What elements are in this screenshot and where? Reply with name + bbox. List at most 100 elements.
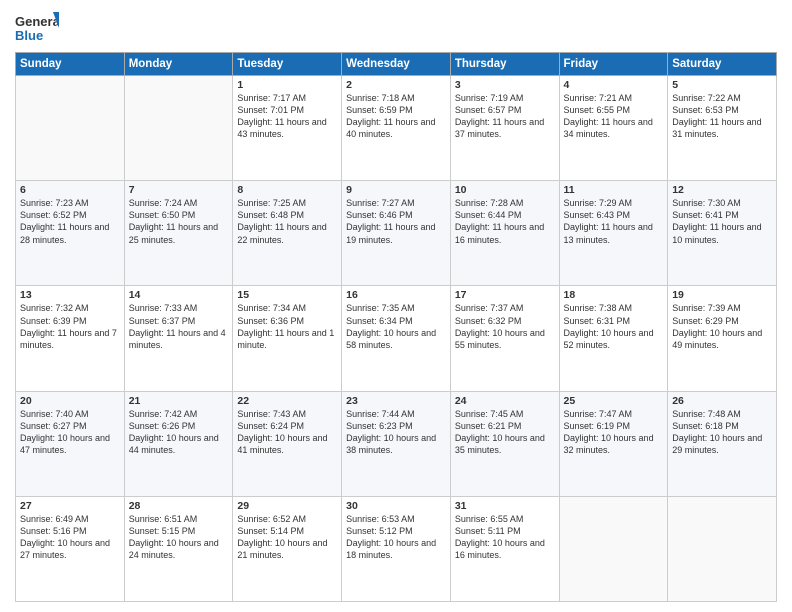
calendar-cell: 26Sunrise: 7:48 AM Sunset: 6:18 PM Dayli… — [668, 391, 777, 496]
weekday-header: Monday — [124, 53, 233, 76]
cell-details: Sunrise: 7:43 AM Sunset: 6:24 PM Dayligh… — [237, 408, 337, 457]
calendar-cell: 27Sunrise: 6:49 AM Sunset: 5:16 PM Dayli… — [16, 496, 125, 601]
day-number: 5 — [672, 79, 772, 91]
calendar-cell: 5Sunrise: 7:22 AM Sunset: 6:53 PM Daylig… — [668, 76, 777, 181]
calendar-cell: 29Sunrise: 6:52 AM Sunset: 5:14 PM Dayli… — [233, 496, 342, 601]
day-number: 14 — [129, 289, 229, 301]
calendar-week-row: 13Sunrise: 7:32 AM Sunset: 6:39 PM Dayli… — [16, 286, 777, 391]
cell-details: Sunrise: 6:55 AM Sunset: 5:11 PM Dayligh… — [455, 513, 555, 562]
calendar-cell: 6Sunrise: 7:23 AM Sunset: 6:52 PM Daylig… — [16, 181, 125, 286]
calendar-week-row: 27Sunrise: 6:49 AM Sunset: 5:16 PM Dayli… — [16, 496, 777, 601]
cell-details: Sunrise: 7:24 AM Sunset: 6:50 PM Dayligh… — [129, 197, 229, 246]
calendar-cell: 20Sunrise: 7:40 AM Sunset: 6:27 PM Dayli… — [16, 391, 125, 496]
calendar-cell: 7Sunrise: 7:24 AM Sunset: 6:50 PM Daylig… — [124, 181, 233, 286]
weekday-header: Tuesday — [233, 53, 342, 76]
calendar-cell: 21Sunrise: 7:42 AM Sunset: 6:26 PM Dayli… — [124, 391, 233, 496]
cell-details: Sunrise: 6:52 AM Sunset: 5:14 PM Dayligh… — [237, 513, 337, 562]
cell-details: Sunrise: 7:25 AM Sunset: 6:48 PM Dayligh… — [237, 197, 337, 246]
calendar-cell: 30Sunrise: 6:53 AM Sunset: 5:12 PM Dayli… — [342, 496, 451, 601]
day-number: 27 — [20, 500, 120, 512]
day-number: 26 — [672, 395, 772, 407]
svg-text:General: General — [15, 14, 59, 29]
cell-details: Sunrise: 7:23 AM Sunset: 6:52 PM Dayligh… — [20, 197, 120, 246]
day-number: 10 — [455, 184, 555, 196]
calendar-cell: 22Sunrise: 7:43 AM Sunset: 6:24 PM Dayli… — [233, 391, 342, 496]
calendar-cell: 17Sunrise: 7:37 AM Sunset: 6:32 PM Dayli… — [450, 286, 559, 391]
calendar-cell: 25Sunrise: 7:47 AM Sunset: 6:19 PM Dayli… — [559, 391, 668, 496]
day-number: 23 — [346, 395, 446, 407]
calendar-cell: 15Sunrise: 7:34 AM Sunset: 6:36 PM Dayli… — [233, 286, 342, 391]
page: General Blue SundayMondayTuesdayWednesda… — [0, 0, 792, 612]
day-number: 22 — [237, 395, 337, 407]
calendar-cell: 3Sunrise: 7:19 AM Sunset: 6:57 PM Daylig… — [450, 76, 559, 181]
weekday-header: Saturday — [668, 53, 777, 76]
cell-details: Sunrise: 7:32 AM Sunset: 6:39 PM Dayligh… — [20, 302, 120, 351]
calendar-cell — [124, 76, 233, 181]
day-number: 20 — [20, 395, 120, 407]
cell-details: Sunrise: 7:37 AM Sunset: 6:32 PM Dayligh… — [455, 302, 555, 351]
calendar-cell: 1Sunrise: 7:17 AM Sunset: 7:01 PM Daylig… — [233, 76, 342, 181]
calendar-cell: 12Sunrise: 7:30 AM Sunset: 6:41 PM Dayli… — [668, 181, 777, 286]
cell-details: Sunrise: 7:19 AM Sunset: 6:57 PM Dayligh… — [455, 92, 555, 141]
day-number: 15 — [237, 289, 337, 301]
cell-details: Sunrise: 6:51 AM Sunset: 5:15 PM Dayligh… — [129, 513, 229, 562]
day-number: 12 — [672, 184, 772, 196]
day-number: 13 — [20, 289, 120, 301]
calendar-week-row: 1Sunrise: 7:17 AM Sunset: 7:01 PM Daylig… — [16, 76, 777, 181]
cell-details: Sunrise: 7:18 AM Sunset: 6:59 PM Dayligh… — [346, 92, 446, 141]
day-number: 28 — [129, 500, 229, 512]
calendar-cell: 31Sunrise: 6:55 AM Sunset: 5:11 PM Dayli… — [450, 496, 559, 601]
svg-text:Blue: Blue — [15, 28, 43, 43]
logo-svg: General Blue — [15, 10, 59, 46]
day-number: 17 — [455, 289, 555, 301]
day-number: 18 — [564, 289, 664, 301]
cell-details: Sunrise: 6:49 AM Sunset: 5:16 PM Dayligh… — [20, 513, 120, 562]
calendar-cell — [16, 76, 125, 181]
cell-details: Sunrise: 7:35 AM Sunset: 6:34 PM Dayligh… — [346, 302, 446, 351]
calendar-cell: 10Sunrise: 7:28 AM Sunset: 6:44 PM Dayli… — [450, 181, 559, 286]
cell-details: Sunrise: 7:29 AM Sunset: 6:43 PM Dayligh… — [564, 197, 664, 246]
day-number: 11 — [564, 184, 664, 196]
day-number: 9 — [346, 184, 446, 196]
cell-details: Sunrise: 7:21 AM Sunset: 6:55 PM Dayligh… — [564, 92, 664, 141]
cell-details: Sunrise: 7:42 AM Sunset: 6:26 PM Dayligh… — [129, 408, 229, 457]
day-number: 31 — [455, 500, 555, 512]
cell-details: Sunrise: 7:39 AM Sunset: 6:29 PM Dayligh… — [672, 302, 772, 351]
day-number: 16 — [346, 289, 446, 301]
weekday-header: Friday — [559, 53, 668, 76]
calendar-cell: 8Sunrise: 7:25 AM Sunset: 6:48 PM Daylig… — [233, 181, 342, 286]
calendar-cell: 13Sunrise: 7:32 AM Sunset: 6:39 PM Dayli… — [16, 286, 125, 391]
day-number: 1 — [237, 79, 337, 91]
day-number: 3 — [455, 79, 555, 91]
logo: General Blue — [15, 10, 59, 46]
cell-details: Sunrise: 7:30 AM Sunset: 6:41 PM Dayligh… — [672, 197, 772, 246]
day-number: 6 — [20, 184, 120, 196]
cell-details: Sunrise: 7:44 AM Sunset: 6:23 PM Dayligh… — [346, 408, 446, 457]
calendar-cell — [559, 496, 668, 601]
calendar-header-row: SundayMondayTuesdayWednesdayThursdayFrid… — [16, 53, 777, 76]
day-number: 4 — [564, 79, 664, 91]
cell-details: Sunrise: 7:40 AM Sunset: 6:27 PM Dayligh… — [20, 408, 120, 457]
cell-details: Sunrise: 7:28 AM Sunset: 6:44 PM Dayligh… — [455, 197, 555, 246]
weekday-header: Sunday — [16, 53, 125, 76]
calendar-week-row: 6Sunrise: 7:23 AM Sunset: 6:52 PM Daylig… — [16, 181, 777, 286]
calendar-table: SundayMondayTuesdayWednesdayThursdayFrid… — [15, 52, 777, 602]
day-number: 29 — [237, 500, 337, 512]
cell-details: Sunrise: 7:33 AM Sunset: 6:37 PM Dayligh… — [129, 302, 229, 351]
cell-details: Sunrise: 7:45 AM Sunset: 6:21 PM Dayligh… — [455, 408, 555, 457]
day-number: 7 — [129, 184, 229, 196]
header: General Blue — [15, 10, 777, 46]
calendar-cell: 28Sunrise: 6:51 AM Sunset: 5:15 PM Dayli… — [124, 496, 233, 601]
cell-details: Sunrise: 7:47 AM Sunset: 6:19 PM Dayligh… — [564, 408, 664, 457]
calendar-body: 1Sunrise: 7:17 AM Sunset: 7:01 PM Daylig… — [16, 76, 777, 602]
weekday-header: Wednesday — [342, 53, 451, 76]
calendar-cell: 16Sunrise: 7:35 AM Sunset: 6:34 PM Dayli… — [342, 286, 451, 391]
day-number: 2 — [346, 79, 446, 91]
calendar-cell: 23Sunrise: 7:44 AM Sunset: 6:23 PM Dayli… — [342, 391, 451, 496]
day-number: 19 — [672, 289, 772, 301]
calendar-cell: 11Sunrise: 7:29 AM Sunset: 6:43 PM Dayli… — [559, 181, 668, 286]
calendar-cell: 2Sunrise: 7:18 AM Sunset: 6:59 PM Daylig… — [342, 76, 451, 181]
calendar-cell — [668, 496, 777, 601]
weekday-header: Thursday — [450, 53, 559, 76]
cell-details: Sunrise: 7:48 AM Sunset: 6:18 PM Dayligh… — [672, 408, 772, 457]
